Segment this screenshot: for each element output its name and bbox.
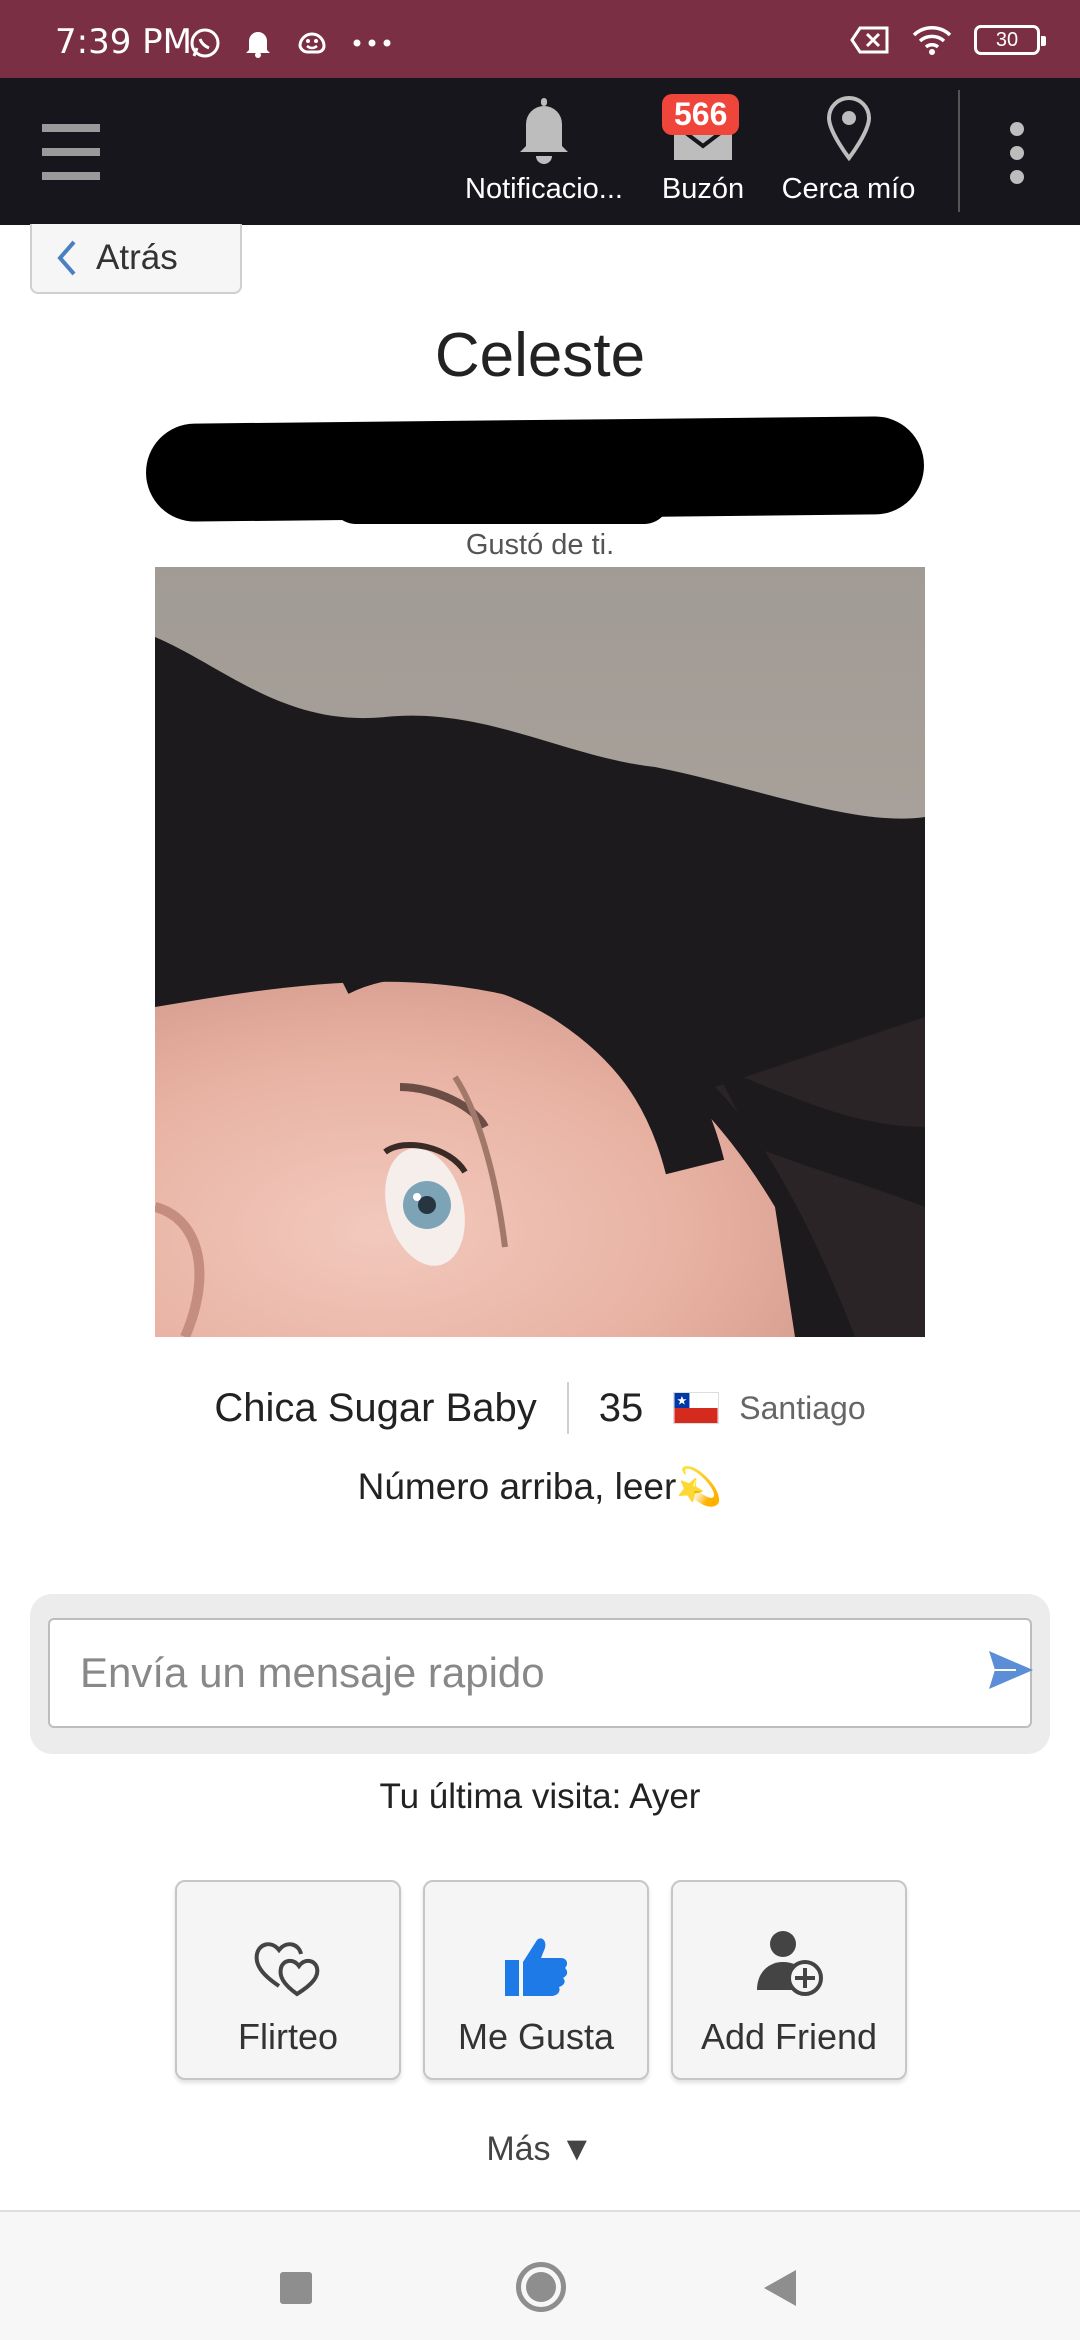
add-friend-label: Add Friend [700, 2016, 878, 2057]
wifi-icon [912, 26, 952, 55]
bell-icon [520, 98, 568, 164]
overflow-menu-icon[interactable] [1010, 122, 1026, 194]
nav-inbox-label: Buzón [661, 173, 745, 205]
quick-message-input[interactable]: Envía un mensaje rapido [48, 1618, 1032, 1728]
liked-you-text: Gustó de ti. [465, 529, 615, 561]
header-divider [958, 90, 960, 212]
send-icon[interactable] [986, 1648, 1036, 1692]
profile-photo[interactable] [155, 567, 925, 1337]
system-nav-bar [0, 2210, 1080, 2340]
nav-nearby[interactable]: Cerca mío [776, 94, 921, 206]
add-friend-button[interactable]: Add Friend [671, 1880, 907, 2080]
location-pin-icon [826, 95, 871, 162]
no-sim-icon [850, 26, 889, 54]
hearts-icon [254, 1942, 320, 1997]
quick-message-box: Envía un mensaje rapido [30, 1594, 1050, 1754]
recents-icon[interactable] [280, 2272, 312, 2304]
add-friend-icon [757, 1931, 823, 1996]
chevron-left-icon [57, 240, 76, 276]
menu-icon[interactable] [42, 124, 100, 182]
profile-age: 35 [598, 1385, 644, 1430]
profile-info-line: Chica Sugar Baby 35 Santiago [0, 1382, 1080, 1434]
profile-type: Chica Sugar Baby [214, 1385, 537, 1430]
nav-notifications[interactable]: Notificacio... [458, 94, 630, 206]
back-button[interactable]: Atrás [30, 224, 242, 294]
home-icon[interactable] [516, 2262, 566, 2312]
inbox-badge: 566 [662, 94, 740, 135]
status-time: 7:39 PM [55, 22, 192, 62]
more-toggle[interactable]: Más ▼ [0, 2130, 1080, 2169]
waze-icon [298, 32, 326, 54]
app-header: Notificacio... 566 Buzón Cerca mío [0, 78, 1080, 225]
redaction-mark-lower [330, 472, 670, 524]
profile-status-message: Número arriba, leer💫 [357, 1466, 723, 1507]
chile-flag-icon [673, 1392, 720, 1424]
whatsapp-icon [190, 28, 220, 58]
nav-inbox[interactable]: 566 Buzón [658, 94, 748, 206]
like-button[interactable]: Me Gusta [423, 1880, 649, 2080]
back-label: Atrás [96, 238, 178, 277]
flirt-label: Flirteo [237, 2016, 339, 2057]
more-dots-icon [353, 39, 391, 47]
like-label: Me Gusta [457, 2016, 615, 2057]
back-triangle-icon[interactable] [764, 2270, 796, 2306]
thumbs-up-icon [505, 1938, 568, 1996]
status-bar: 7:39 PM 30 [0, 0, 1080, 78]
flirt-button[interactable]: Flirteo [175, 1880, 401, 2080]
profile-name: Celeste [434, 321, 646, 390]
nav-notifications-label: Notificacio... [465, 173, 623, 205]
bell-icon [246, 32, 270, 58]
profile-city: Santiago [739, 1389, 866, 1426]
nav-nearby-label: Cerca mío [781, 173, 916, 205]
battery-icon: 30 [974, 25, 1046, 55]
last-visit-text: Tu última visita: Ayer [379, 1777, 701, 1816]
